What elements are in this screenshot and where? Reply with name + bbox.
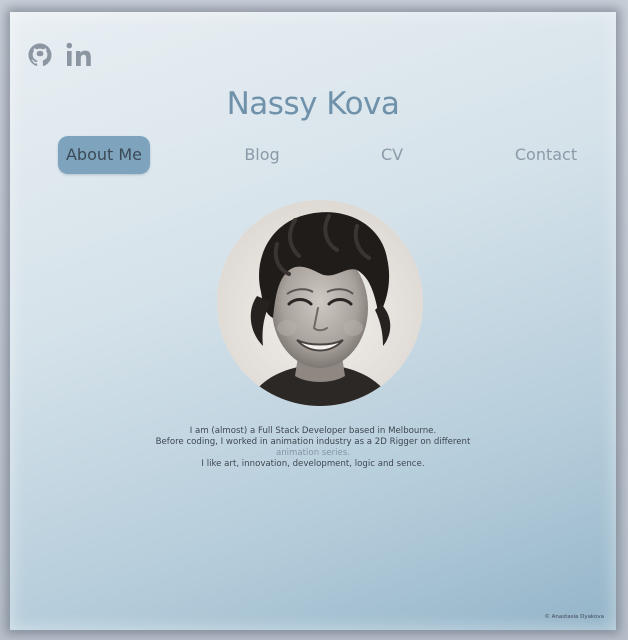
github-link[interactable] [28, 43, 52, 71]
main-nav: About Me Blog CV Contact [10, 136, 616, 176]
footer-copyright: © Anastasia Dyakova [544, 614, 604, 620]
nav-contact[interactable]: Contact [496, 136, 596, 174]
nav-about-me[interactable]: About Me [58, 136, 150, 174]
profile-photo [217, 200, 423, 406]
nav-blog[interactable]: Blog [220, 136, 304, 174]
site-title: Nassy Kova [226, 86, 400, 122]
browser-frame: Nassy Kova About Me Blog CV Contact I am… [0, 0, 628, 640]
animation-series-link[interactable]: animation series. [276, 448, 350, 458]
bio-line-2: Before coding, I worked in animation ind… [155, 437, 471, 447]
social-links [28, 42, 96, 72]
portfolio-page: Nassy Kova About Me Blog CV Contact I am… [10, 12, 616, 630]
bio-line-1: I am (almost) a Full Stack Developer bas… [189, 426, 437, 436]
github-icon [28, 43, 52, 67]
linkedin-link[interactable] [66, 42, 96, 72]
bio-text: I am (almost) a Full Stack Developer bas… [10, 426, 616, 470]
nav-cv[interactable]: CV [356, 136, 428, 174]
linkedin-icon [66, 42, 91, 66]
bio-line-4: I like art, innovation, development, log… [201, 459, 425, 469]
